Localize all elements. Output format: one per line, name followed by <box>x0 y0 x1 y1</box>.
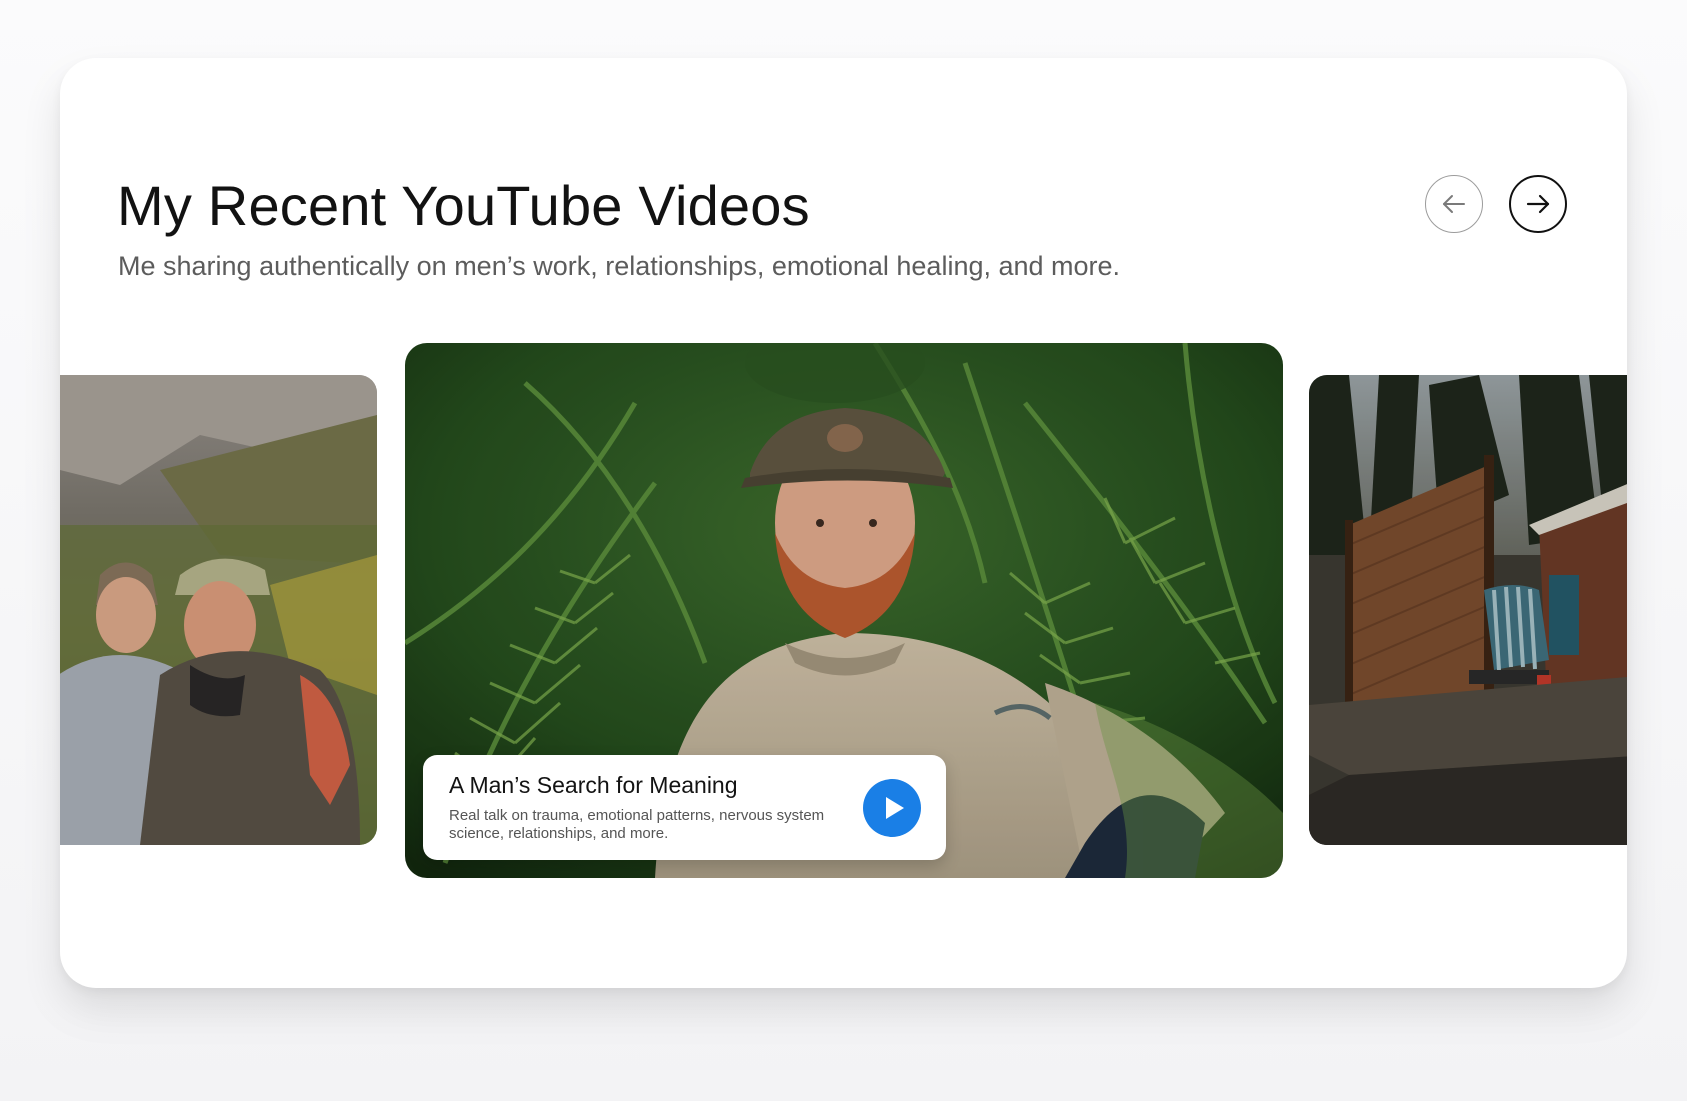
video-title: A Man’s Search for Meaning <box>449 772 738 798</box>
featured-video-card[interactable]: A Man’s Search for Meaning Real talk on … <box>405 343 1283 878</box>
carousel-prev-button[interactable] <box>1425 175 1483 233</box>
arrow-right-icon <box>1526 194 1550 214</box>
carousel-next-button[interactable] <box>1509 175 1567 233</box>
section-subtitle: Me sharing authentically on men’s work, … <box>118 251 1121 281</box>
page-background: My Recent YouTube Videos Me sharing auth… <box>0 0 1687 1101</box>
hikers-photo <box>60 375 377 845</box>
arrow-left-icon <box>1443 195 1465 213</box>
video-thumbnail-previous[interactable] <box>60 375 377 845</box>
section-title: My Recent YouTube Videos <box>117 174 810 237</box>
play-button[interactable] <box>863 779 921 837</box>
video-thumbnail-next[interactable] <box>1309 375 1627 845</box>
video-description: Real talk on trauma, emotional patterns,… <box>449 807 825 842</box>
cabin-deck-photo <box>1309 375 1627 845</box>
play-icon <box>886 797 904 819</box>
video-caption-card: A Man’s Search for Meaning Real talk on … <box>423 755 946 860</box>
youtube-videos-section: My Recent YouTube Videos Me sharing auth… <box>60 58 1627 988</box>
